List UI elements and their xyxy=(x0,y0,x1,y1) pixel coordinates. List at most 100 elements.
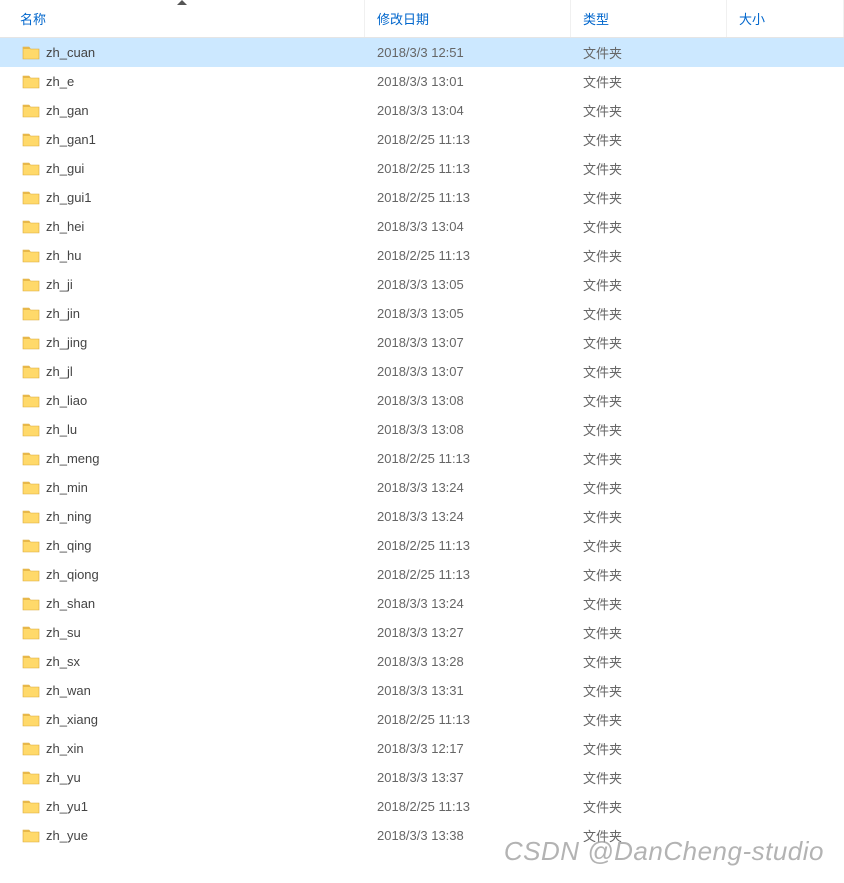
file-type-cell: 文件夹 xyxy=(571,159,727,178)
file-name-cell: zh_sx xyxy=(0,654,365,669)
file-date-cell: 2018/2/25 11:13 xyxy=(365,190,571,205)
file-row[interactable]: zh_jin2018/3/3 13:05文件夹 xyxy=(0,299,844,328)
file-row[interactable]: zh_gui12018/2/25 11:13文件夹 xyxy=(0,183,844,212)
file-type-cell: 文件夹 xyxy=(571,43,727,62)
file-type-cell: 文件夹 xyxy=(571,565,727,584)
folder-icon xyxy=(22,161,40,176)
file-row[interactable]: zh_yue2018/3/3 13:38文件夹 xyxy=(0,821,844,850)
file-type-cell: 文件夹 xyxy=(571,391,727,410)
file-date-cell: 2018/3/3 13:05 xyxy=(365,277,571,292)
folder-icon xyxy=(22,219,40,234)
file-row[interactable]: zh_meng2018/2/25 11:13文件夹 xyxy=(0,444,844,473)
folder-icon xyxy=(22,74,40,89)
file-row[interactable]: zh_sx 2018/3/3 13:28文件夹 xyxy=(0,647,844,676)
file-name-cell: zh_cuan xyxy=(0,45,365,60)
file-date-cell: 2018/3/3 12:51 xyxy=(365,45,571,60)
file-name-label: zh_yu xyxy=(46,770,81,785)
column-header-size[interactable]: 大小 xyxy=(727,0,844,37)
file-name-cell: zh_yu xyxy=(0,770,365,785)
file-row[interactable]: zh_min2018/3/3 13:24文件夹 xyxy=(0,473,844,502)
column-header-size-label: 大小 xyxy=(739,9,765,28)
file-row[interactable]: zh_gui2018/2/25 11:13文件夹 xyxy=(0,154,844,183)
file-row[interactable]: zh_ning2018/3/3 13:24文件夹 xyxy=(0,502,844,531)
file-name-cell: zh_min xyxy=(0,480,365,495)
file-date-cell: 2018/3/3 13:31 xyxy=(365,683,571,698)
file-row[interactable]: zh_e2018/3/3 13:01文件夹 xyxy=(0,67,844,96)
file-row[interactable]: zh_liao2018/3/3 13:08文件夹 xyxy=(0,386,844,415)
file-row[interactable]: zh_gan2018/3/3 13:04文件夹 xyxy=(0,96,844,125)
file-date-cell: 2018/3/3 13:28 xyxy=(365,654,571,669)
file-row[interactable]: zh_gan1 2018/2/25 11:13文件夹 xyxy=(0,125,844,154)
file-name-cell: zh_liao xyxy=(0,393,365,408)
file-type-cell: 文件夹 xyxy=(571,304,727,323)
file-name-label: zh_jin xyxy=(46,306,80,321)
file-name-label: zh_min xyxy=(46,480,88,495)
file-name-label: zh_ning xyxy=(46,509,92,524)
file-name-label: zh_yu1 xyxy=(46,799,88,814)
file-name-cell: zh_meng xyxy=(0,451,365,466)
file-row[interactable]: zh_yu12018/2/25 11:13文件夹 xyxy=(0,792,844,821)
file-type-cell: 文件夹 xyxy=(571,130,727,149)
file-row[interactable]: zh_xin2018/3/3 12:17文件夹 xyxy=(0,734,844,763)
sort-ascending-icon xyxy=(177,0,187,5)
column-header-name[interactable]: 名称 xyxy=(0,0,365,37)
folder-icon xyxy=(22,567,40,582)
file-row[interactable]: zh_ji2018/3/3 13:05文件夹 xyxy=(0,270,844,299)
file-row[interactable]: zh_qiong2018/2/25 11:13文件夹 xyxy=(0,560,844,589)
file-type-cell: 文件夹 xyxy=(571,536,727,555)
file-name-cell: zh_e xyxy=(0,74,365,89)
file-name-cell: zh_lu xyxy=(0,422,365,437)
file-name-cell: zh_gui xyxy=(0,161,365,176)
file-name-label: zh_gan1 xyxy=(46,132,96,147)
file-row[interactable]: zh_yu2018/3/3 13:37文件夹 xyxy=(0,763,844,792)
file-row[interactable]: zh_su2018/3/3 13:27文件夹 xyxy=(0,618,844,647)
column-header-type[interactable]: 类型 xyxy=(571,0,727,37)
file-row[interactable]: zh_shan2018/3/3 13:24文件夹 xyxy=(0,589,844,618)
file-row[interactable]: zh_lu2018/3/3 13:08文件夹 xyxy=(0,415,844,444)
file-name-cell: zh_jing xyxy=(0,335,365,350)
file-name-cell: zh_gui1 xyxy=(0,190,365,205)
file-type-cell: 文件夹 xyxy=(571,362,727,381)
file-row[interactable]: zh_jing2018/3/3 13:07文件夹 xyxy=(0,328,844,357)
file-date-cell: 2018/3/3 13:37 xyxy=(365,770,571,785)
file-name-cell: zh_shan xyxy=(0,596,365,611)
column-header-date[interactable]: 修改日期 xyxy=(365,0,571,37)
file-type-cell: 文件夹 xyxy=(571,507,727,526)
file-name-cell: zh_hu xyxy=(0,248,365,263)
file-date-cell: 2018/2/25 11:13 xyxy=(365,248,571,263)
file-date-cell: 2018/2/25 11:13 xyxy=(365,132,571,147)
file-row[interactable]: zh_hei2018/3/3 13:04文件夹 xyxy=(0,212,844,241)
file-name-label: zh_wan xyxy=(46,683,91,698)
file-type-cell: 文件夹 xyxy=(571,72,727,91)
file-row[interactable]: zh_qing2018/2/25 11:13文件夹 xyxy=(0,531,844,560)
file-type-cell: 文件夹 xyxy=(571,739,727,758)
folder-icon xyxy=(22,132,40,147)
file-date-cell: 2018/3/3 13:07 xyxy=(365,335,571,350)
file-name-label: zh_sx xyxy=(46,654,80,669)
file-row[interactable]: zh_wan2018/3/3 13:31文件夹 xyxy=(0,676,844,705)
file-date-cell: 2018/3/3 13:38 xyxy=(365,828,571,843)
folder-icon xyxy=(22,596,40,611)
folder-icon xyxy=(22,103,40,118)
file-date-cell: 2018/3/3 13:04 xyxy=(365,103,571,118)
file-name-label: zh_gan xyxy=(46,103,89,118)
file-name-cell: zh_qiong xyxy=(0,567,365,582)
file-type-cell: 文件夹 xyxy=(571,594,727,613)
file-name-label: zh_lu xyxy=(46,422,77,437)
file-date-cell: 2018/3/3 13:04 xyxy=(365,219,571,234)
file-type-cell: 文件夹 xyxy=(571,826,727,845)
file-type-cell: 文件夹 xyxy=(571,652,727,671)
file-name-cell: zh_wan xyxy=(0,683,365,698)
file-row[interactable]: zh_jl2018/3/3 13:07文件夹 xyxy=(0,357,844,386)
column-header-row: 名称 修改日期 类型 大小 xyxy=(0,0,844,38)
column-header-date-label: 修改日期 xyxy=(377,9,429,28)
file-name-cell: zh_su xyxy=(0,625,365,640)
file-row[interactable]: zh_cuan2018/3/3 12:51文件夹 xyxy=(0,38,844,67)
file-type-cell: 文件夹 xyxy=(571,623,727,642)
file-name-label: zh_gui xyxy=(46,161,84,176)
file-name-label: zh_jl xyxy=(46,364,73,379)
file-row[interactable]: zh_xiang2018/2/25 11:13文件夹 xyxy=(0,705,844,734)
folder-icon xyxy=(22,509,40,524)
file-row[interactable]: zh_hu2018/2/25 11:13文件夹 xyxy=(0,241,844,270)
file-name-cell: zh_hei xyxy=(0,219,365,234)
